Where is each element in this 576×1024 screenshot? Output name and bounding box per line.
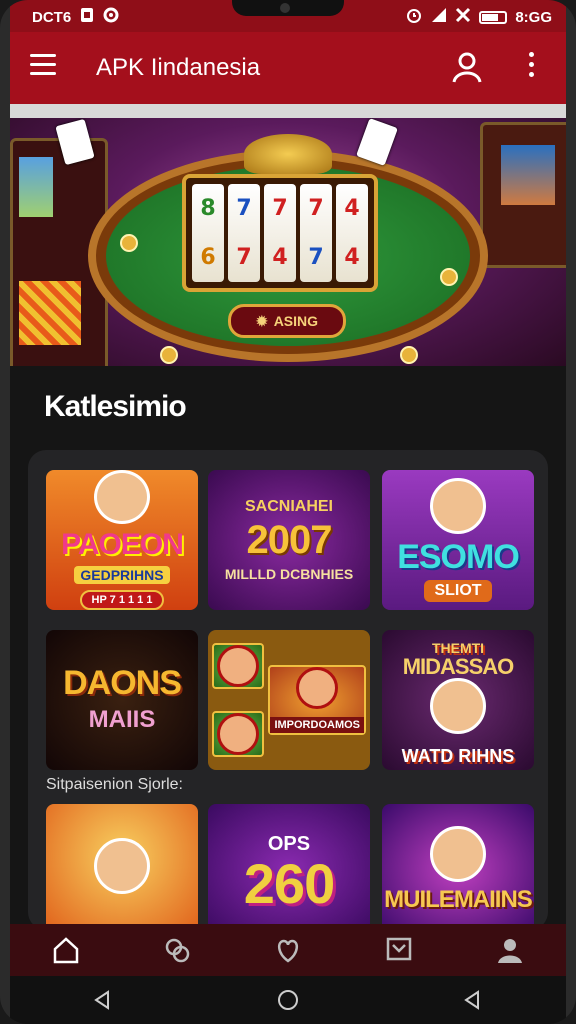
character-image <box>430 677 486 734</box>
settings-icon <box>103 7 119 27</box>
recents-icon[interactable] <box>453 980 493 1020</box>
back-icon[interactable] <box>83 980 123 1020</box>
home-circle-icon[interactable] <box>268 980 308 1020</box>
game-tile[interactable]: SACNIAHEI 2007 MILLLD DCBNHIES <box>208 470 370 610</box>
status-bar: DCT6 8:GG <box>10 0 566 32</box>
home-icon[interactable] <box>44 928 88 972</box>
reel: 77 <box>228 184 260 282</box>
hero-banner[interactable]: 86 77 74 77 44 ✹ ASING <box>10 118 566 366</box>
reel: 86 <box>192 184 224 282</box>
user-icon[interactable] <box>450 50 484 84</box>
signal-icon <box>431 7 447 27</box>
clock: 8:GG <box>515 8 552 26</box>
game-tile[interactable]: ESOMO SLIOT <box>382 470 534 610</box>
game-tile[interactable]: DAONS MAIIS <box>46 630 198 770</box>
character-image: IMPORDOAMOS <box>268 665 366 735</box>
carrier-text: DCT6 <box>32 8 72 26</box>
game-tile[interactable]: THEMTI MIDASSAO WATD RIHNS <box>382 630 534 770</box>
bottom-navigation <box>10 924 566 976</box>
app-title: APK Iindanesia <box>96 54 261 81</box>
game-tile[interactable]: OPS 260 <box>208 804 370 934</box>
screen: DCT6 8:GG APK Iindanesia 8 6 7 7 7 4 7 7… <box>10 0 566 1024</box>
slot-machine-right-image <box>480 122 566 268</box>
battery-icon <box>479 10 508 24</box>
reel: 44 <box>336 184 368 282</box>
slot-reels: 86 77 74 77 44 <box>182 174 378 292</box>
more-icon[interactable] <box>526 52 536 82</box>
star-icon: ✹ <box>255 312 268 329</box>
game-tile[interactable]: IMPORDOAMOS <box>208 630 370 770</box>
menu-icon[interactable] <box>30 54 56 76</box>
inbox-icon[interactable] <box>377 928 421 972</box>
character-image <box>430 826 486 882</box>
device-frame: DCT6 8:GG APK Iindanesia 8 6 7 7 7 4 7 7… <box>0 0 576 1024</box>
app-bar: APK Iindanesia <box>10 32 566 104</box>
character-image <box>430 478 486 534</box>
section-title: Katlesimio <box>44 390 187 423</box>
system-navigation <box>10 976 566 1024</box>
chip-icon <box>440 268 458 286</box>
camera-notch <box>232 0 344 16</box>
character-image <box>94 838 150 894</box>
divider <box>10 104 566 118</box>
chip-icon <box>400 346 418 364</box>
sub-section-title: Sitpaisenion Sjorle: <box>46 776 183 793</box>
sim-icon <box>79 7 95 27</box>
gold-crest-icon <box>244 134 332 174</box>
character-image <box>212 711 265 757</box>
games-icon[interactable] <box>155 928 199 972</box>
game-tile[interactable]: PAOEON GEDPRIHNS HP 7 1 1 1 1 <box>46 470 198 610</box>
casino-button[interactable]: ✹ ASING <box>228 304 346 338</box>
chip-icon <box>160 346 178 364</box>
character-image <box>212 643 265 689</box>
mute-icon <box>455 7 471 27</box>
game-tile[interactable] <box>46 804 198 934</box>
reel: 77 <box>300 184 332 282</box>
reel: 74 <box>264 184 296 282</box>
character-image <box>94 470 150 524</box>
profile-icon[interactable] <box>488 928 532 972</box>
game-tile[interactable]: MUILEMAIINS <box>382 804 534 934</box>
alarm-icon <box>405 7 423 27</box>
favorites-icon[interactable] <box>266 928 310 972</box>
chip-icon <box>120 234 138 252</box>
